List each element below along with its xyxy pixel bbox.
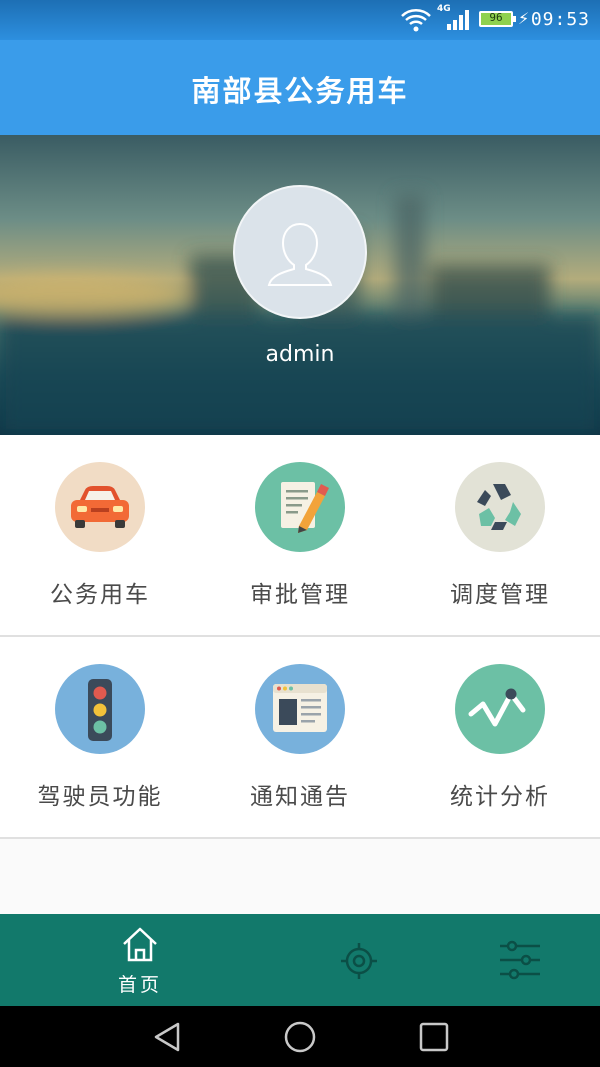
menu-label: 公务用车 xyxy=(50,582,150,608)
menu-label: 调度管理 xyxy=(450,582,550,608)
recents-icon[interactable] xyxy=(417,1020,451,1054)
menu-item-notice[interactable]: 通知通告 xyxy=(200,637,400,837)
signal-icon xyxy=(447,10,469,30)
battery-cap xyxy=(513,16,516,22)
system-nav-bar xyxy=(0,1006,600,1067)
battery-icon: 96 xyxy=(479,11,513,27)
avatar[interactable] xyxy=(233,185,367,319)
profile-banner: admin xyxy=(0,135,600,435)
dispatch-recycle-icon xyxy=(455,462,545,552)
function-grid: 公务用车 审批管理 调度管理 驾驶员功能 通知通告 统计分析 xyxy=(0,435,600,839)
notice-window-icon xyxy=(255,664,345,754)
traffic-light-icon xyxy=(55,664,145,754)
home-icon xyxy=(123,927,157,962)
menu-label: 驾驶员功能 xyxy=(37,784,163,810)
battery-level: 96 xyxy=(489,11,503,24)
home-circle-icon[interactable] xyxy=(283,1020,317,1054)
back-icon[interactable] xyxy=(150,1020,184,1054)
car-icon xyxy=(55,462,145,552)
tab-home[interactable]: 首页 xyxy=(40,914,240,1006)
grid-row: 公务用车 审批管理 调度管理 xyxy=(0,435,600,637)
approval-pencil-icon xyxy=(255,462,345,552)
menu-label: 审批管理 xyxy=(250,582,350,608)
grid-row: 驾驶员功能 通知通告 统计分析 xyxy=(0,637,600,839)
sliders-icon xyxy=(500,940,540,980)
menu-item-statistics[interactable]: 统计分析 xyxy=(400,637,600,837)
tab-settings[interactable] xyxy=(400,914,600,1006)
statistics-chart-icon xyxy=(455,664,545,754)
wifi-icon xyxy=(401,9,431,32)
menu-item-approval[interactable]: 审批管理 xyxy=(200,435,400,635)
tab-home-label: 首页 xyxy=(117,974,162,996)
page-title: 南部县公务用车 xyxy=(191,74,409,108)
menu-item-dispatch[interactable]: 调度管理 xyxy=(400,435,600,635)
menu-item-official-car[interactable]: 公务用车 xyxy=(0,435,200,635)
status-bar: 4G 96 ⚡ 09:53 xyxy=(0,0,600,40)
menu-item-driver[interactable]: 驾驶员功能 xyxy=(0,637,200,837)
username: admin xyxy=(265,342,335,367)
menu-label: 统计分析 xyxy=(450,784,550,810)
charging-icon: ⚡ xyxy=(518,9,530,28)
bottom-tab-bar: 首页 xyxy=(0,914,600,1006)
menu-label: 通知通告 xyxy=(250,784,350,810)
clock: 09:53 xyxy=(530,9,590,30)
app-bar: 南部县公务用车 xyxy=(0,40,600,135)
user-icon xyxy=(267,222,333,286)
target-icon xyxy=(341,943,377,979)
